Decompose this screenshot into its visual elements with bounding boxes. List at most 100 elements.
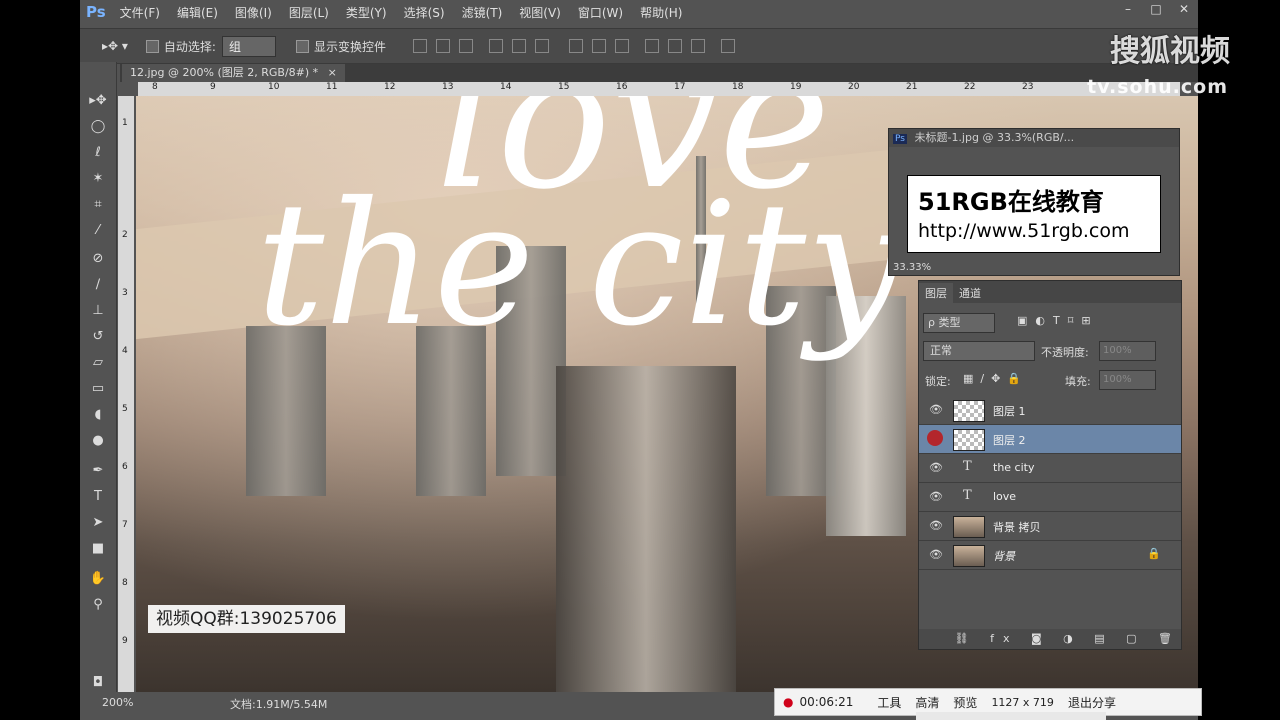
- recorder-quality-button[interactable]: 高清: [915, 694, 939, 711]
- menu-view[interactable]: 视图(V): [519, 4, 561, 21]
- menu-layer[interactable]: 图层(L): [289, 4, 329, 21]
- quick-mask-icon[interactable]: ◘: [84, 672, 112, 694]
- floating-window-title: 未标题-1.jpg @ 33.3%(RGB/...: [914, 131, 1075, 144]
- brush-tool-icon[interactable]: ∕: [84, 274, 112, 296]
- layer-row[interactable]: 👁 背景 🔒: [919, 541, 1181, 570]
- filter-icons[interactable]: ▣◐T⌑⊞: [1017, 314, 1099, 327]
- layers-footer-toolbar[interactable]: ⛓ fx ◙ ◑ ▤ ▢ 🗑: [919, 629, 1181, 649]
- hand-tool-icon[interactable]: ✋: [84, 568, 112, 590]
- layer-row[interactable]: 👁 背景 拷贝: [919, 512, 1181, 541]
- dodge-tool-icon[interactable]: ●: [84, 430, 112, 452]
- maximize-button[interactable]: □: [1142, 0, 1170, 18]
- recorder-exit-button[interactable]: 退出分享: [1068, 694, 1116, 711]
- recorder-resolution: 1127 x 719: [991, 695, 1054, 709]
- menu-help[interactable]: 帮助(H): [640, 4, 682, 21]
- auto-select-checkbox[interactable]: [145, 39, 159, 53]
- align-right-icon[interactable]: [534, 39, 549, 53]
- brand-image: 51RGB在线教育 http://www.51rgb.com: [907, 175, 1161, 253]
- move-tool-icon[interactable]: ▸✥: [84, 90, 112, 112]
- recording-dot-icon: ●: [783, 695, 794, 709]
- menu-bar: Ps 文件(F) 编辑(E) 图像(I) 图层(L) 类型(Y) 选择(S) 滤…: [80, 0, 1198, 24]
- healing-brush-tool-icon[interactable]: ⊘: [84, 248, 112, 270]
- ps-mini-icon: Ps: [893, 134, 907, 144]
- opacity-field[interactable]: 100%: [1099, 341, 1156, 361]
- quick-select-tool-icon[interactable]: ✶: [84, 168, 112, 190]
- pen-tool-icon[interactable]: ✒: [84, 460, 112, 482]
- show-transform-checkbox[interactable]: [295, 39, 309, 53]
- align-left-icon[interactable]: [488, 39, 503, 53]
- distribute-hcenter-icon[interactable]: [667, 39, 682, 53]
- align-bottom-icon[interactable]: [458, 39, 473, 53]
- menu-window[interactable]: 窗口(W): [578, 4, 623, 21]
- floating-document-window[interactable]: Ps 未标题-1.jpg @ 33.3%(RGB/... 51RGB在线教育 h…: [888, 128, 1180, 276]
- distribute-right-icon[interactable]: [690, 39, 705, 53]
- menu-file[interactable]: 文件(F): [120, 4, 160, 21]
- layer-row-selected[interactable]: 图层 2: [919, 425, 1181, 454]
- distribute-left-icon[interactable]: [644, 39, 659, 53]
- layer-filter-dropdown[interactable]: ρ 类型: [923, 313, 995, 333]
- visibility-eye-icon[interactable]: 👁: [929, 490, 943, 503]
- menu-edit[interactable]: 编辑(E): [177, 4, 218, 21]
- visibility-eye-icon[interactable]: 👁: [929, 519, 943, 532]
- ruler-tick: 4: [122, 346, 128, 356]
- distribute-bottom-icon[interactable]: [614, 39, 629, 53]
- layer-row[interactable]: 👁 T the city: [919, 454, 1181, 483]
- distribute-top-icon[interactable]: [568, 39, 583, 53]
- marquee-tool-icon[interactable]: ◯: [84, 116, 112, 138]
- ruler-tick: 18: [732, 82, 744, 92]
- blur-tool-icon[interactable]: ◖: [84, 404, 112, 426]
- layer-name: 图层 1: [993, 405, 1026, 418]
- lock-icon: 🔒: [1147, 547, 1161, 560]
- eraser-tool-icon[interactable]: ▱: [84, 352, 112, 374]
- fill-field[interactable]: 100%: [1099, 370, 1156, 390]
- path-select-tool-icon[interactable]: ➤: [84, 512, 112, 534]
- close-button[interactable]: ✕: [1170, 0, 1198, 18]
- minimize-button[interactable]: –: [1114, 0, 1142, 18]
- crop-tool-icon[interactable]: ⌗: [84, 194, 112, 216]
- visibility-eye-icon[interactable]: 👁: [929, 461, 943, 474]
- type-tool-icon[interactable]: T: [84, 486, 112, 508]
- move-tool-preset-icon[interactable]: ▸✥ ▾: [102, 39, 128, 53]
- ruler-tick: 14: [500, 82, 512, 92]
- layer-name: love: [993, 490, 1017, 503]
- visibility-eye-icon[interactable]: 👁: [929, 403, 943, 416]
- menu-image[interactable]: 图像(I): [235, 4, 272, 21]
- visibility-eye-icon[interactable]: 👁: [929, 548, 943, 561]
- zoom-tool-icon[interactable]: ⚲: [84, 594, 112, 616]
- ruler-tick: 8: [122, 578, 128, 588]
- lock-icons[interactable]: ▦∕✥🔒: [963, 372, 1028, 385]
- show-transform-label: 显示变换控件: [313, 39, 386, 54]
- auto-select-dropdown[interactable]: 组: [221, 35, 276, 57]
- gradient-tool-icon[interactable]: ▭: [84, 378, 112, 400]
- recorder-tools-button[interactable]: 工具: [877, 694, 901, 711]
- blend-mode-dropdown[interactable]: 正常: [923, 341, 1035, 361]
- menu-filter[interactable]: 滤镜(T): [462, 4, 503, 21]
- history-brush-tool-icon[interactable]: ↺: [84, 326, 112, 348]
- document-tab[interactable]: 12.jpg @ 200% (图层 2, RGB/8#) * ×: [122, 64, 345, 82]
- align-hcenter-icon[interactable]: [511, 39, 526, 53]
- floating-window-titlebar[interactable]: Ps 未标题-1.jpg @ 33.3%(RGB/...: [889, 129, 1179, 147]
- align-vcenter-icon[interactable]: [435, 39, 450, 53]
- layer-thumbnail: [953, 429, 985, 451]
- auto-align-icon[interactable]: [720, 39, 735, 53]
- shape-tool-icon[interactable]: ■: [84, 538, 112, 560]
- visibility-eye-icon[interactable]: [927, 430, 943, 446]
- qq-group-caption: 视频QQ群:139025706: [148, 605, 345, 633]
- distribute-vcenter-icon[interactable]: [591, 39, 606, 53]
- ruler-tick: 1: [122, 118, 128, 128]
- stamp-tool-icon[interactable]: ⊥: [84, 300, 112, 322]
- layer-row[interactable]: 👁 T love: [919, 483, 1181, 512]
- document-info[interactable]: 文档:1.91M/5.54M: [230, 696, 327, 712]
- layer-row[interactable]: 👁 图层 1: [919, 396, 1181, 425]
- menu-type[interactable]: 类型(Y): [346, 4, 387, 21]
- tab-layers[interactable]: 图层: [919, 283, 953, 303]
- taskbar-edge: [916, 712, 1106, 720]
- align-top-icon[interactable]: [412, 39, 427, 53]
- close-tab-icon[interactable]: ×: [328, 66, 337, 79]
- zoom-level[interactable]: 200%: [102, 696, 133, 709]
- recorder-preview-button[interactable]: 预览: [953, 694, 977, 711]
- menu-select[interactable]: 选择(S): [404, 4, 445, 21]
- eyedropper-tool-icon[interactable]: ⁄: [84, 220, 112, 242]
- lasso-tool-icon[interactable]: ℓ: [84, 142, 112, 164]
- tab-channels[interactable]: 通道: [953, 283, 987, 303]
